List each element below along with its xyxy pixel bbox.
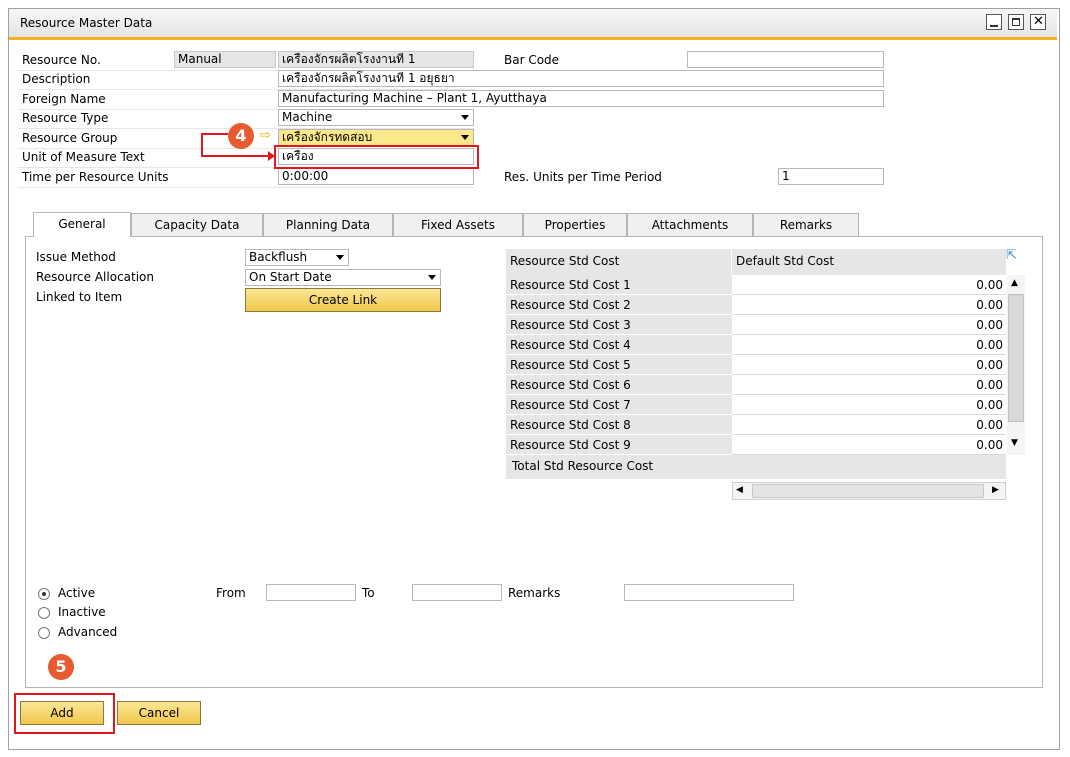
cost-row-value[interactable]: 0.00 — [732, 355, 1006, 375]
linked-to-item-label: Linked to Item — [36, 290, 123, 304]
cost-row-label: Resource Std Cost 2 — [506, 295, 732, 315]
scroll-right-icon[interactable]: ▶ — [992, 485, 999, 495]
bar-code-field[interactable] — [687, 51, 884, 68]
res-units-label: Res. Units per Time Period — [504, 170, 662, 184]
tab-properties[interactable]: Properties — [523, 213, 627, 237]
column-divider — [731, 249, 732, 275]
cost-grid-col2: Default Std Cost — [736, 254, 835, 268]
cost-row-label: Resource Std Cost 1 — [506, 275, 732, 295]
resource-allocation-select[interactable]: On Start Date — [245, 269, 441, 286]
resource-type-value: Machine — [282, 110, 333, 124]
bar-code-label: Bar Code — [504, 53, 560, 67]
resource-group-label: Resource Group — [22, 131, 118, 145]
time-per-resource-field[interactable]: 0:00:00 — [278, 168, 474, 185]
cost-row-label: Resource Std Cost 8 — [506, 415, 732, 435]
cost-row-value[interactable]: 0.00 — [732, 375, 1006, 395]
cost-row-label: Resource Std Cost 7 — [506, 395, 732, 415]
cost-grid-col1: Resource Std Cost — [510, 254, 620, 268]
maximize-button[interactable] — [1008, 14, 1024, 30]
cost-row-value[interactable]: 0.00 — [732, 335, 1006, 355]
chevron-down-icon — [461, 135, 469, 140]
advanced-label: Advanced — [58, 625, 118, 639]
chevron-down-icon — [336, 255, 344, 260]
vertical-scroll-thumb[interactable] — [1008, 294, 1024, 422]
resource-type-label: Resource Type — [22, 111, 109, 125]
issue-method-select[interactable]: Backflush — [245, 249, 349, 266]
resource-group-select[interactable]: เครื่องจักรทดสอบ — [278, 129, 474, 146]
create-link-button[interactable]: Create Link — [245, 288, 441, 312]
description-field[interactable]: เครื่องจักรผลิตโรงงานที่ 1 อยุธยา — [278, 70, 884, 87]
add-button[interactable]: Add — [20, 701, 104, 725]
title-bar — [9, 9, 1057, 40]
cost-row-label: Resource Std Cost 3 — [506, 315, 732, 335]
foreign-name-field[interactable]: Manufacturing Machine – Plant 1, Ayuttha… — [278, 90, 884, 107]
res-units-field[interactable]: 1 — [778, 168, 884, 185]
advanced-radio[interactable] — [38, 627, 50, 639]
highlight-box-uom — [274, 145, 479, 169]
tab-fixed-assets[interactable]: Fixed Assets — [393, 213, 523, 237]
to-date-field[interactable] — [412, 584, 502, 601]
tab-attachments[interactable]: Attachments — [627, 213, 753, 237]
from-label: From — [216, 586, 246, 600]
close-button[interactable]: ✕ — [1030, 14, 1046, 30]
cost-row-value[interactable]: 0.00 — [732, 315, 1006, 335]
resource-allocation-label: Resource Allocation — [36, 270, 155, 284]
description-label: Description — [22, 72, 91, 86]
remarks-field[interactable] — [624, 584, 794, 601]
step-badge-5: 5 — [48, 654, 74, 680]
cost-row-label: Resource Std Cost 5 — [506, 355, 732, 375]
tab-capacity-data[interactable]: Capacity Data — [131, 213, 263, 237]
chevron-down-icon — [461, 115, 469, 120]
resource-no-label: Resource No. — [22, 53, 101, 67]
tab-general[interactable]: General — [33, 212, 131, 238]
resource-type-select[interactable]: Machine — [278, 109, 474, 126]
scroll-down-icon[interactable]: ▼ — [1011, 438, 1018, 448]
cost-row-value[interactable]: 0.00 — [732, 395, 1006, 415]
unit-of-measure-label: Unit of Measure Text — [22, 150, 145, 164]
cost-row-label: Resource Std Cost 4 — [506, 335, 732, 355]
active-label: Active — [58, 586, 96, 600]
minimize-button[interactable] — [986, 14, 1002, 30]
foreign-name-label: Foreign Name — [22, 92, 106, 106]
cost-row-label: Resource Std Cost 6 — [506, 375, 732, 395]
resource-no-field[interactable]: เครื่องจักรผลิตโรงงานที่ 1 — [278, 51, 474, 68]
issue-method-value: Backflush — [249, 250, 308, 264]
active-tab-connector — [34, 236, 130, 238]
remarks-label: Remarks — [508, 586, 561, 600]
window-title: Resource Master Data — [20, 16, 153, 30]
pointer-arrow-icon — [201, 133, 275, 161]
cost-row-value[interactable]: 0.00 — [732, 275, 1006, 295]
resource-allocation-value: On Start Date — [249, 270, 332, 284]
active-radio[interactable] — [38, 588, 50, 600]
cancel-button[interactable]: Cancel — [117, 701, 201, 725]
to-label: To — [362, 586, 375, 600]
cost-total-label: Total Std Resource Cost — [512, 459, 654, 473]
inactive-label: Inactive — [58, 605, 106, 619]
close-icon: ✕ — [1033, 14, 1044, 29]
tab-planning-data[interactable]: Planning Data — [263, 213, 393, 237]
chevron-down-icon — [428, 275, 436, 280]
series-select[interactable]: Manual — [174, 51, 276, 68]
cost-row-label: Resource Std Cost 9 — [506, 435, 732, 455]
horizontal-scroll-thumb[interactable] — [752, 484, 984, 498]
time-per-resource-label: Time per Resource Units — [22, 170, 169, 184]
cost-row-value[interactable]: 0.00 — [732, 295, 1006, 315]
cost-row-value[interactable]: 0.00 — [732, 435, 1006, 455]
scroll-up-icon[interactable]: ▲ — [1011, 278, 1018, 288]
resource-group-value: เครื่องจักรทดสอบ — [282, 130, 373, 144]
issue-method-label: Issue Method — [36, 250, 116, 264]
cost-row-value[interactable]: 0.00 — [732, 415, 1006, 435]
scroll-left-icon[interactable]: ◀ — [736, 485, 743, 495]
tab-remarks[interactable]: Remarks — [753, 213, 859, 237]
from-date-field[interactable] — [266, 584, 356, 601]
inactive-radio[interactable] — [38, 607, 50, 619]
expand-icon[interactable]: ⇱ — [1006, 248, 1017, 263]
radio-dot-icon — [42, 592, 46, 596]
